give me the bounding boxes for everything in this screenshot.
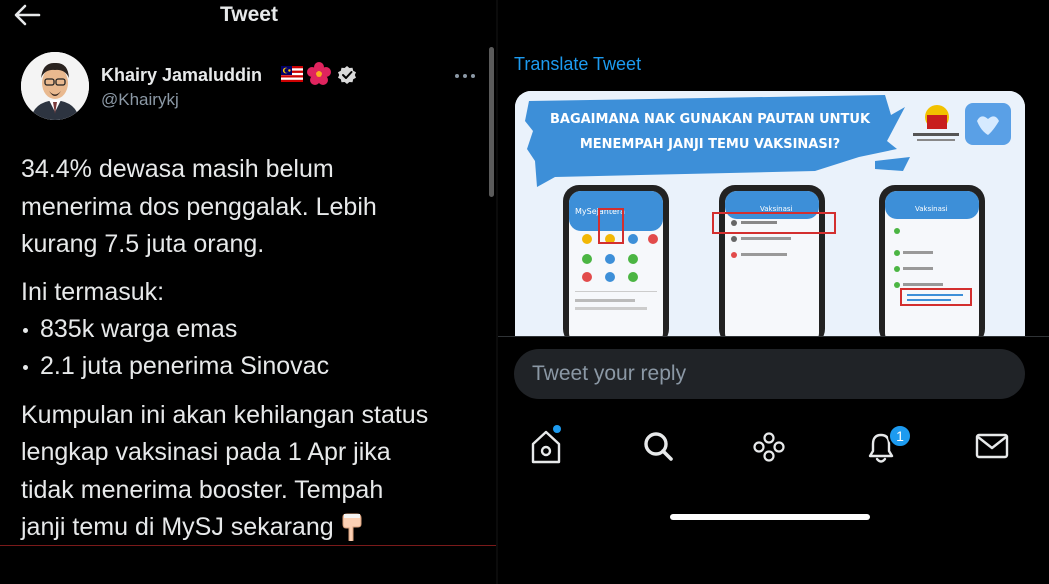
messages-icon[interactable]	[972, 424, 1012, 468]
tweet-text-line: Kumpulan ini akan kehilangan status	[21, 401, 429, 429]
home-indicator[interactable]	[670, 514, 870, 520]
tweet-text-line: 34.4% dewasa masih belum	[21, 155, 334, 183]
verified-icon	[338, 66, 356, 84]
page-title: Tweet	[220, 3, 278, 26]
more-options-icon[interactable]	[454, 72, 476, 80]
malaysia-flag-icon	[281, 66, 303, 82]
hibiscus-icon	[307, 62, 331, 85]
top-bar: Tweet	[0, 0, 498, 30]
home-icon[interactable]	[527, 424, 567, 468]
tweet-detail-panel: Tweet Khairy Jamaluddin @Khairykj 34.4% …	[0, 0, 498, 584]
tweet-text-line: lengkap vaksinasi pada 1 Apr jika	[21, 438, 391, 466]
phone-mockup-1: MySejahtera	[563, 185, 669, 337]
phone-title: Vaksinasi	[760, 205, 793, 213]
search-icon[interactable]	[638, 424, 678, 468]
tweet-text-line: menerima dos penggalak. Lebih	[21, 193, 377, 221]
translate-tweet-link[interactable]: Translate Tweet	[514, 54, 641, 75]
divider	[0, 545, 498, 546]
bullet-item: 2.1 juta penerima Sinovac	[21, 351, 329, 381]
tweet-text-span: janji temu di MySJ sekarang	[21, 513, 334, 541]
tweet-text-line: tidak menerima booster. Tempah	[21, 476, 384, 504]
image-headline: MENEMPAH JANJI TEMU VAKSINASI?	[580, 137, 840, 152]
new-content-dot	[553, 425, 561, 433]
phone-mockup-2: Vaksinasi	[712, 185, 836, 337]
spaces-icon[interactable]	[749, 424, 789, 468]
phone-mockup-3: Vaksinasi	[879, 185, 985, 337]
tweet-text-line: janji temu di MySJ sekarang	[21, 512, 364, 542]
phone-title: Vaksinasi	[915, 205, 948, 213]
tweet-text-line: kurang 7.5 juta orang.	[21, 230, 265, 258]
author-handle[interactable]: @Khairykj	[101, 90, 179, 110]
tweet-text-line: Ini termasuk:	[21, 278, 165, 306]
avatar[interactable]	[21, 52, 89, 120]
scrollbar[interactable]	[489, 47, 494, 197]
bullet-text: 835k warga emas	[40, 315, 238, 343]
reply-placeholder: Tweet your reply	[532, 362, 687, 385]
bullet-dot	[23, 327, 28, 333]
reply-input[interactable]: Tweet your reply	[514, 349, 1025, 399]
bullet-dot	[23, 364, 28, 370]
bullet-text: 2.1 juta penerima Sinovac	[40, 352, 330, 380]
tweet-continuation-panel: Translate Tweet BAGAIMANA NAK GUNAKAN PA…	[498, 0, 1049, 584]
notification-badge: 1	[888, 424, 912, 448]
author-name[interactable]: Khairy Jamaluddin	[101, 65, 262, 86]
divider	[498, 336, 1049, 337]
pointing-down-hand-icon	[342, 513, 362, 541]
tweet-image[interactable]: BAGAIMANA NAK GUNAKAN PAUTAN UNTUK MENEM…	[515, 91, 1025, 337]
image-headline: BAGAIMANA NAK GUNAKAN PAUTAN UNTUK	[550, 112, 871, 127]
bullet-item: 835k warga emas	[21, 314, 237, 344]
mysejahtera-logo	[965, 103, 1011, 145]
